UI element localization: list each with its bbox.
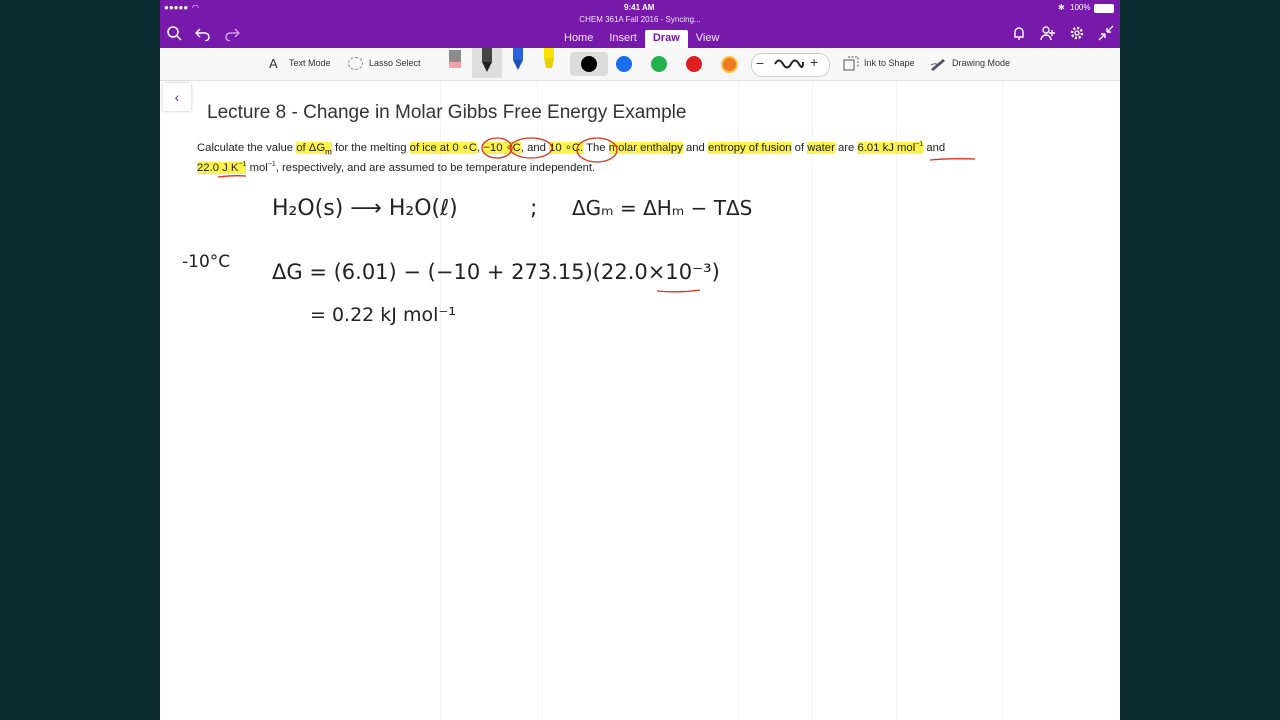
tab-insert[interactable]: Insert [601,30,645,48]
ink-calculation: ΔG = (6.01) − (−10 + 273.15)(22.0×10⁻³) [272,260,720,284]
ink-separator: ; [530,196,537,221]
bluetooth-icon: ✱ [1058,3,1065,12]
color-blue-swatch[interactable] [616,56,632,72]
onenote-app: ●●●●● ◠ 9:41 AM ✱ 100% CHEM 361A Fall 20… [160,0,1120,720]
ink-to-shape-icon[interactable] [843,56,859,72]
page-canvas[interactable]: ‹ Lecture 8 - Change in Molar Gibbs Free… [160,81,1120,720]
ink-reaction: H₂O(s) ⟶ H₂O(ℓ) [272,196,458,221]
document-title: CHEM 361A Fall 2016 - Syncing... [579,15,701,24]
drawing-mode-icon[interactable] [930,56,946,72]
tab-draw[interactable]: Draw [644,30,688,48]
ink-circle-10c [576,137,618,163]
color-red-swatch[interactable] [686,56,702,72]
wifi-icon: ◠ [192,3,199,12]
title-bar: ●●●●● ◠ 9:41 AM ✱ 100% CHEM 361A Fall 20… [160,0,1120,48]
battery-icon [1094,4,1114,13]
collapse-icon[interactable] [1098,25,1114,41]
tab-home[interactable]: Home [556,30,601,48]
redo-icon[interactable] [224,25,240,41]
lasso-select-button[interactable]: Lasso Select [369,58,421,68]
drawing-mode-button[interactable]: Drawing Mode [952,58,1010,68]
bell-icon[interactable] [1011,25,1027,41]
ink-underline-exponent [656,289,701,293]
ink-gibbs-equation: ΔGₘ = ΔHₘ − TΔS [572,196,752,220]
eraser-icon[interactable] [445,48,465,72]
ink-temperature: -10°C [182,252,230,272]
color-orange-swatch[interactable] [721,56,738,73]
ink-to-shape-button[interactable]: Ink to Shape [864,58,915,68]
ink-circle-minus10c [509,137,553,159]
pen-blue-icon[interactable] [508,48,528,72]
carrier-signal: ●●●●● [164,3,189,12]
pen-black-icon[interactable] [477,48,497,74]
lasso-icon[interactable] [348,57,363,70]
undo-icon[interactable] [195,25,211,41]
ribbon-tabs: Home Insert Draw View [556,30,727,48]
text-mode-icon[interactable]: A [269,56,278,71]
stroke-width-icon [774,59,804,69]
thickness-decrease-button[interactable]: − [756,55,764,71]
highlighter-icon[interactable] [539,48,559,72]
color-green-swatch[interactable] [651,56,667,72]
text-mode-button[interactable]: Text Mode [289,58,331,68]
ink-underline-mol [929,158,976,161]
search-icon[interactable] [166,25,182,41]
ink-result: = 0.22 kJ mol⁻¹ [310,304,456,326]
color-black-swatch[interactable] [581,56,597,72]
ink-layer[interactable]: H₂O(s) ⟶ H₂O(ℓ) ; ΔGₘ = ΔHₘ − TΔS -10°C … [160,81,1120,720]
battery-level: 100% [1070,3,1091,12]
ink-circle-0c [481,137,513,159]
share-person-icon[interactable] [1040,25,1056,41]
draw-toolbar: A Text Mode Lasso Select − + Ink to Shap… [160,48,1120,81]
thickness-increase-button[interactable]: + [810,54,818,70]
ink-underline-j [217,175,247,178]
gear-icon[interactable] [1069,25,1085,41]
status-time: 9:41 AM [624,3,655,12]
tab-view[interactable]: View [688,30,728,48]
